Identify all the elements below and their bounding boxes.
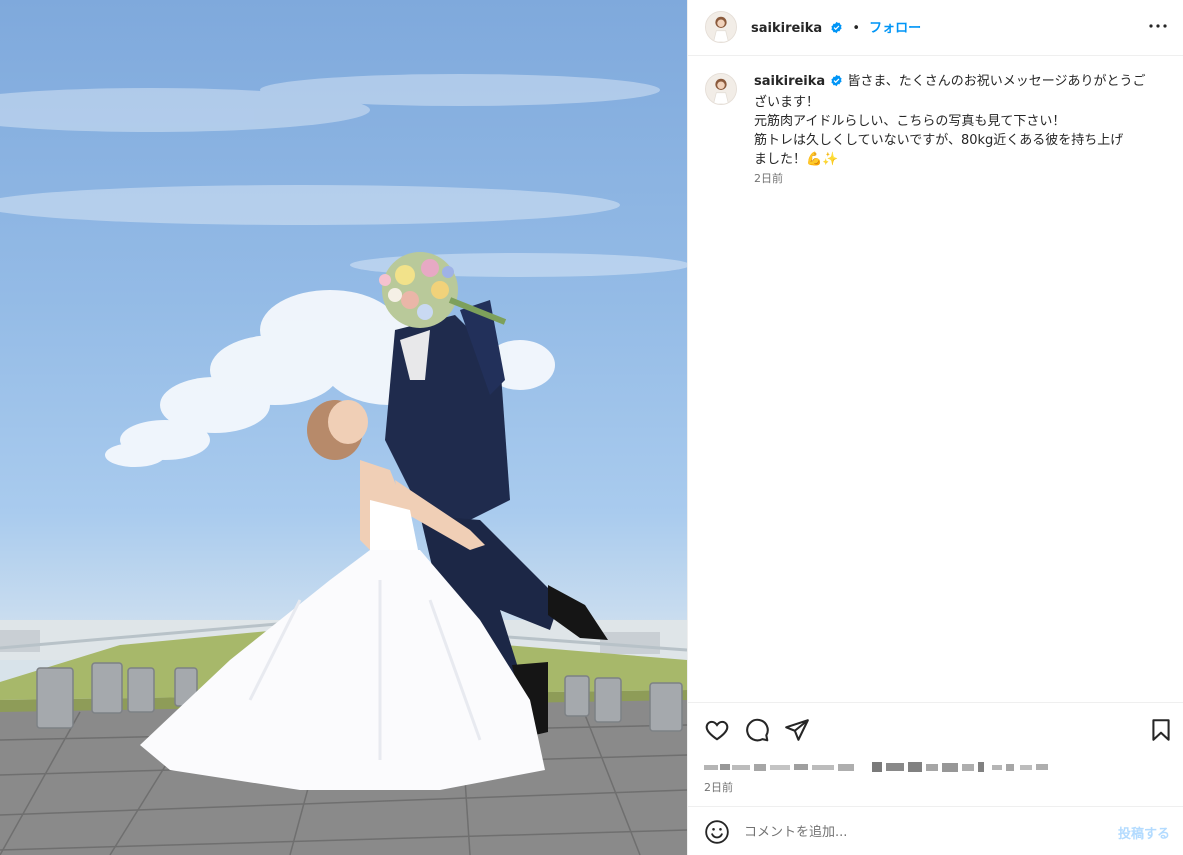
header-separator: • (852, 21, 861, 36)
more-horizontal-icon[interactable] (1146, 14, 1170, 38)
caption-line: 元筋肉アイドルらしい、こちらの写真も見て下さい！ (754, 114, 1066, 129)
caption-line: ました！💪✨ (754, 152, 839, 167)
caption-line: 皆さま、たくさんのお祝いメッセージありがとうご (847, 74, 1146, 89)
likes-summary-redacted (704, 759, 1064, 775)
caption-timestamp: 2日前 (754, 172, 783, 185)
comment-icon[interactable] (744, 717, 770, 743)
post-comment-button[interactable]: 投稿する (1118, 823, 1170, 842)
verified-badge-icon (830, 19, 843, 38)
follow-button[interactable]: フォロー (869, 21, 921, 36)
avatar-image (706, 74, 736, 104)
caption-line: 筋トレは久しくしていないですが、80kg近くある彼を持ち上げ (754, 133, 1124, 148)
instagram-post-modal: saikireika • フォロー saikireika 皆さま、たくさんのお祝… (0, 0, 1183, 855)
redacted-text-blocks (704, 762, 1048, 772)
post-caption: saikireika 皆さま、たくさんのお祝いメッセージありがとうご ざいます！… (754, 72, 1164, 169)
post-timestamp: 2日前 (704, 781, 733, 794)
caption-avatar[interactable] (705, 73, 737, 105)
avatar-image (706, 12, 736, 42)
caption-username[interactable]: saikireika (754, 74, 825, 89)
share-icon[interactable] (784, 717, 810, 743)
action-bar (688, 702, 1183, 754)
header-username[interactable]: saikireika (751, 21, 822, 36)
comment-bar: 投稿する (688, 806, 1183, 855)
bookmark-icon[interactable] (1148, 717, 1174, 743)
post-header: saikireika • フォロー (688, 0, 1183, 56)
comment-input[interactable] (744, 817, 1104, 847)
verified-badge-icon (830, 74, 843, 93)
post-photo[interactable] (0, 0, 687, 855)
post-side-panel: saikireika • フォロー saikireika 皆さま、たくさんのお祝… (687, 0, 1183, 855)
avatar[interactable] (705, 11, 737, 43)
wedding-photo-illustration (0, 74, 687, 855)
heart-icon[interactable] (704, 717, 730, 743)
header-user-row: saikireika • フォロー (751, 17, 921, 38)
emoji-icon[interactable] (704, 819, 730, 845)
caption-line: ざいます！ (754, 95, 820, 110)
